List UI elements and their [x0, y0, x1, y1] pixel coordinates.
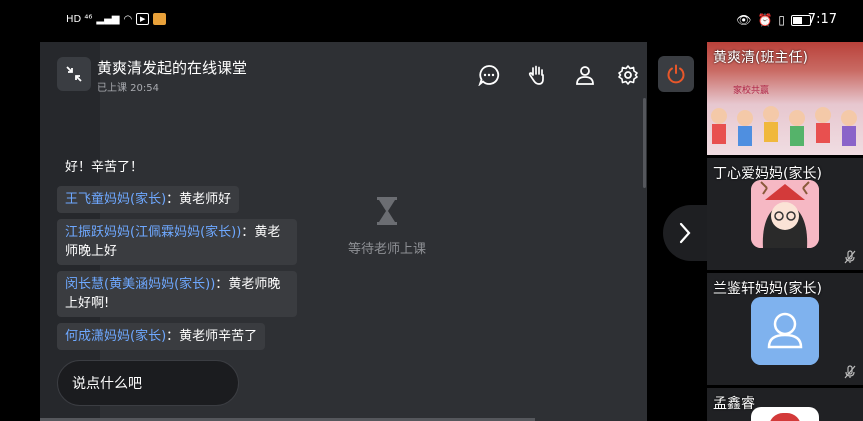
chat-input-placeholder: 说点什么吧: [72, 376, 142, 392]
avatar: [751, 297, 819, 365]
hourglass-icon: [377, 197, 397, 225]
signal-icon: ▂▄▆: [96, 13, 120, 25]
participant-tile[interactable]: 丁心爱妈妈(家长): [707, 158, 863, 270]
chat-button[interactable]: [476, 62, 502, 88]
classroom-main: 黄爽清发起的在线课堂 已上课 20:54 等待老师上课 好！辛苦了！ 王飞童妈妈…: [40, 42, 694, 421]
shrink-icon: [66, 66, 82, 82]
chat-message: 闵长慧(黄美涵妈妈(家长))：黄老师晚上好啊!: [57, 271, 297, 317]
waiting-text: 等待老师上课: [347, 242, 426, 257]
santa-hat-icon: [769, 413, 801, 421]
chat-text: 黄老师好: [179, 192, 232, 207]
app-notification-icon: ▶: [136, 13, 150, 25]
participant-tile[interactable]: 孟鑫睿: [707, 388, 863, 421]
app-notification-icon-2: [153, 13, 167, 25]
chat-list: 王飞童妈妈(家长)：黄老师好 江振跃妈妈(江佩霖妈妈(家长))：黄老师晚上好 闵…: [57, 186, 297, 356]
chat-icon: [478, 65, 500, 86]
mic-muted-icon: [844, 365, 856, 379]
participant-sidebar: 家校共赢 黄爽清(班主任) 丁心爱妈妈(家长) 兰鉴轩妈妈(家长) 孟鑫睿: [707, 42, 863, 421]
chat-sender: 闵长慧(黄美涵妈妈(家长)): [65, 277, 216, 292]
status-left: HD ⁴⁶ ▂▄▆ ◠ ▶: [66, 13, 167, 25]
chat-text: 黄老师辛苦了: [179, 329, 258, 344]
classroom-topbar: 黄爽清发起的在线课堂 已上课 20:54: [40, 42, 694, 98]
video-caption: 家校共赢: [733, 86, 770, 96]
participant-tile[interactable]: 兰鉴轩妈妈(家长): [707, 273, 863, 385]
status-bar: HD ⁴⁶ ▂▄▆ ◠ ▶ 👁 ⏰ ▯ 7:17: [0, 0, 863, 42]
class-status: 已上课 20:54: [97, 83, 159, 94]
chat-input[interactable]: 说点什么吧: [57, 360, 239, 406]
settings-icon: [618, 65, 638, 85]
members-button[interactable]: [572, 62, 598, 88]
chat-sender: 何成潇妈妈(家长): [65, 329, 167, 344]
avatar: [751, 180, 819, 248]
default-user-icon: [751, 297, 819, 365]
chat-row: 江振跃妈妈(江佩霖妈妈(家长))：黄老师晚上好: [57, 219, 297, 271]
waiting-indicator: 等待老师上课: [327, 196, 447, 257]
chat-row: 王飞童妈妈(家长)：黄老师好: [57, 186, 297, 219]
chat-message: 江振跃妈妈(江佩霖妈妈(家长))：黄老师晚上好: [57, 219, 297, 265]
chat-message: 王飞童妈妈(家长)：黄老师好: [57, 186, 240, 213]
settings-button[interactable]: [615, 62, 641, 88]
participant-name: 孟鑫睿: [713, 396, 755, 412]
participant-tile-teacher[interactable]: 家校共赢 黄爽清(班主任): [707, 42, 863, 155]
participant-name: 兰鉴轩妈妈(家长): [713, 281, 822, 297]
raise-hand-button[interactable]: [524, 62, 550, 88]
vibrate-icon: ▯: [778, 13, 785, 27]
chat-message: 何成潇妈妈(家长)：黄老师辛苦了: [57, 323, 266, 350]
chevron-right-icon: [679, 222, 691, 244]
page-title: 黄爽清发起的在线课堂: [97, 59, 248, 77]
vertical-scrollbar[interactable]: [643, 98, 646, 188]
chat-message-partial: 好！辛苦了！: [65, 160, 144, 175]
girl-avatar-icon: [751, 180, 819, 248]
minimize-button[interactable]: [57, 57, 91, 91]
member-icon: [576, 66, 594, 85]
signal-text: HD ⁴⁶: [66, 13, 93, 25]
leave-class-button[interactable]: [658, 56, 694, 92]
raise-hand-icon: [528, 65, 544, 85]
status-right: 👁 ⏰ ▯: [736, 13, 811, 27]
chat-row: 闵长慧(黄美涵妈妈(家长))：黄老师晚上好啊!: [57, 271, 297, 323]
avatar: [751, 407, 819, 421]
power-icon: [667, 64, 685, 84]
expand-participants-button[interactable]: [663, 205, 707, 261]
chat-row: 何成潇妈妈(家长)：黄老师辛苦了: [57, 323, 297, 356]
eye-icon: 👁: [736, 13, 752, 27]
clock: 7:17: [807, 12, 837, 27]
chat-sender: 王飞童妈妈(家长): [65, 192, 167, 207]
mic-muted-icon: [844, 250, 856, 264]
cartoon-kids-image: [711, 106, 857, 146]
alarm-icon: ⏰: [757, 13, 773, 27]
wifi-icon: ◠: [123, 13, 133, 25]
chat-sender: 江振跃妈妈(江佩霖妈妈(家长)): [65, 225, 242, 240]
participant-name: 黄爽清(班主任): [713, 50, 808, 66]
